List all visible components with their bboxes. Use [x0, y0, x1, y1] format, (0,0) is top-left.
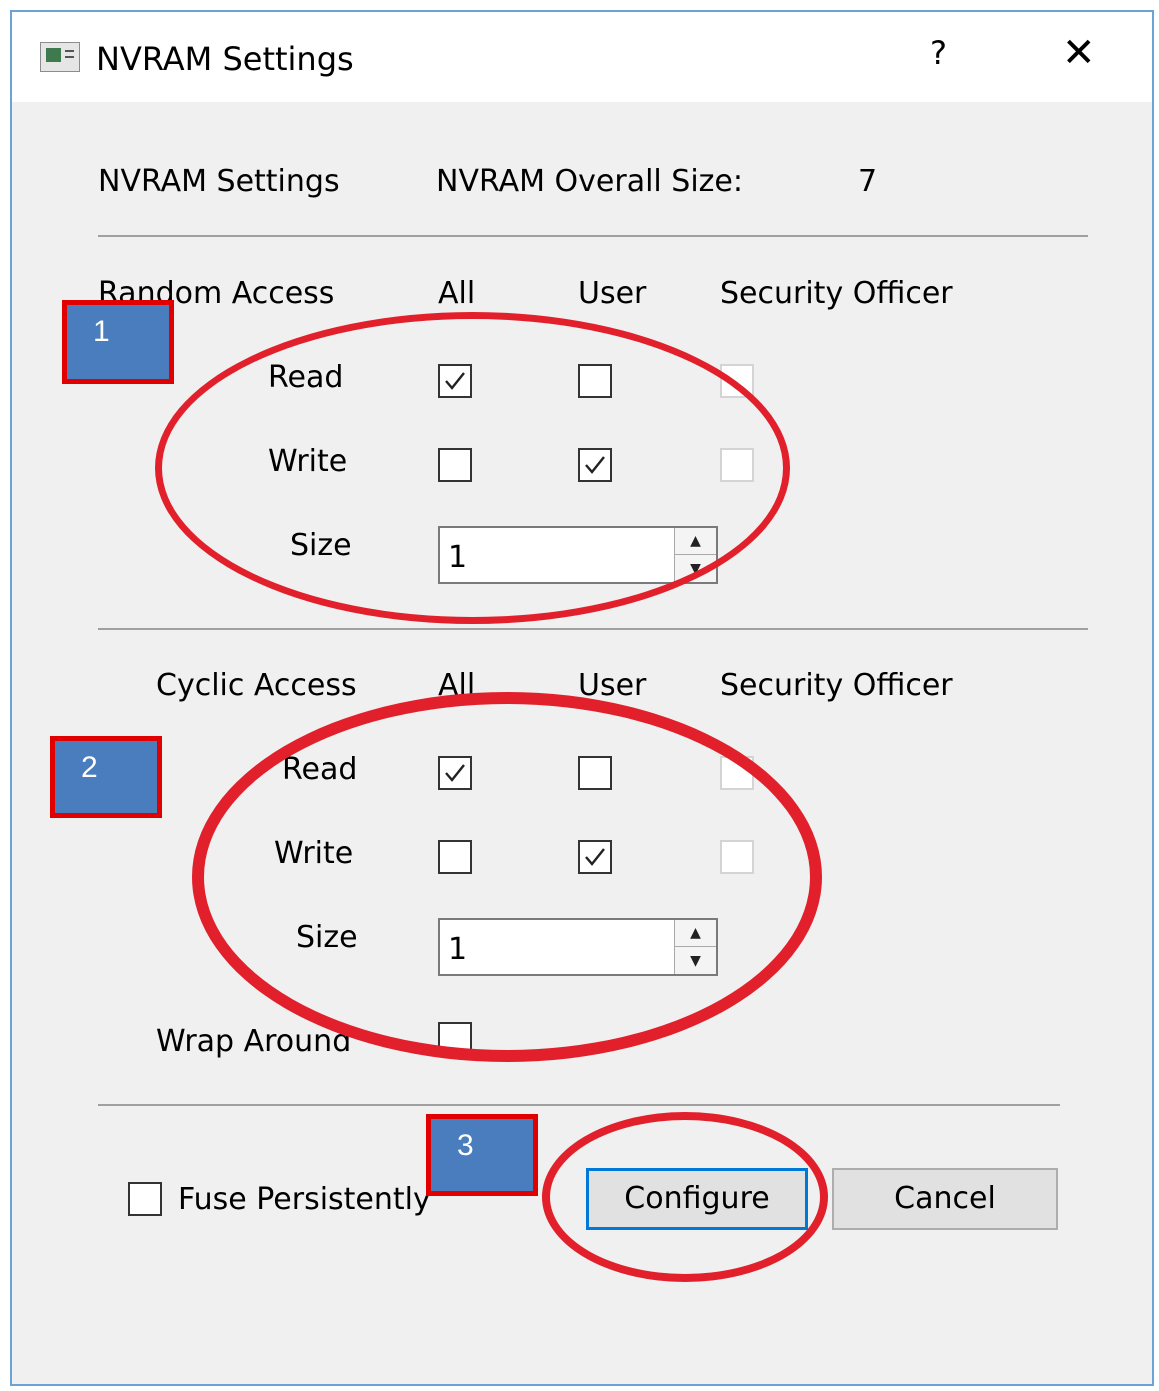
title-bar: NVRAM Settings ? ✕	[12, 12, 1152, 102]
wrap-around-label: Wrap Around	[156, 1024, 352, 1059]
highlight-ellipse-3	[542, 1112, 828, 1282]
fuse-persistently-label[interactable]: Fuse Persistently	[178, 1182, 431, 1217]
highlight-ellipse-1	[155, 312, 790, 624]
cyclic-col-security-officer: Security Officer	[720, 668, 953, 703]
help-icon[interactable]: ?	[930, 34, 947, 72]
annotation-badge-3: 3	[426, 1114, 538, 1196]
separator	[98, 235, 1088, 237]
overall-size-label: NVRAM Overall Size:	[436, 164, 743, 199]
app-window-icon	[40, 42, 80, 72]
annotation-badge-2: 2	[50, 736, 162, 818]
random-col-user: User	[578, 276, 647, 311]
random-col-security-officer: Security Officer	[720, 276, 953, 311]
random-col-all: All	[438, 276, 476, 311]
separator	[98, 628, 1088, 630]
overall-size-value: 7	[858, 164, 878, 199]
highlight-ellipse-2	[192, 692, 822, 1062]
cancel-button[interactable]: Cancel	[832, 1168, 1058, 1230]
cyclic-access-heading: Cyclic Access	[156, 668, 357, 703]
fuse-persistently-checkbox[interactable]	[128, 1182, 162, 1216]
window-title: NVRAM Settings	[96, 40, 354, 78]
nvram-settings-label: NVRAM Settings	[98, 164, 340, 199]
annotation-badge-1: 1	[62, 300, 174, 384]
separator	[98, 1104, 1060, 1106]
close-icon[interactable]: ✕	[1062, 30, 1096, 76]
